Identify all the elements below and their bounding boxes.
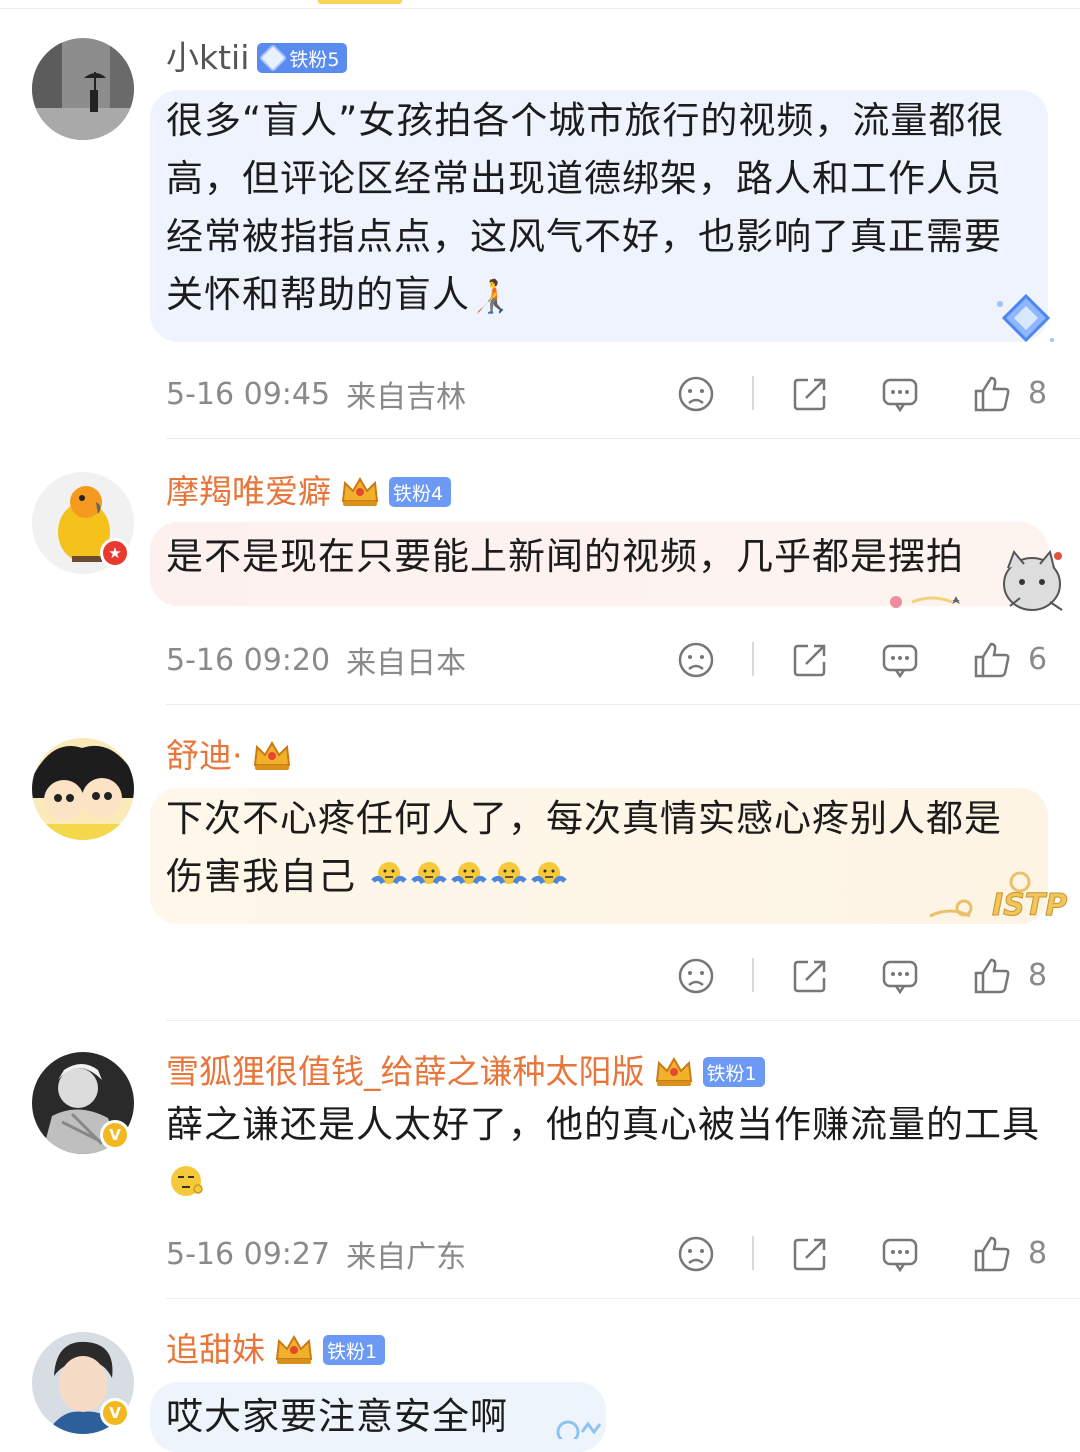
comment-icon[interactable] [880,1234,920,1274]
avatar[interactable] [32,38,134,140]
sad-face-icon[interactable] [676,956,716,996]
shrug-emoji-icon [450,857,487,893]
comment-divider [166,438,1080,439]
shrug-emoji-icon [530,857,567,893]
username[interactable]: 舒迪· [166,734,243,778]
fan-badge: 铁粉4 [389,477,452,507]
comment-text: 下次不心疼任何人了，每次真情实感心疼别人都是伤害我自己 [166,797,1002,898]
sad-face-icon[interactable] [676,374,716,414]
action-separator [752,958,754,992]
comment-text: 薛之谦还是人太好了，他的真心被当作赚流量的工具 [166,1096,1056,1212]
sad-face-icon[interactable] [676,1234,716,1274]
comment-divider [166,1298,1080,1299]
pursed-face-emoji-icon [168,1163,204,1199]
action-separator [752,642,754,676]
shrug-emoji-icon [490,857,527,893]
sad-face-icon[interactable] [676,640,716,680]
share-icon[interactable] [790,640,830,680]
comment-icon[interactable] [880,374,920,414]
shrug-emoji-icon [410,857,447,893]
like-count: 8 [1028,376,1048,411]
verified-badge-icon: V [100,1398,130,1428]
share-icon[interactable] [790,956,830,996]
username[interactable]: 摩羯唯爱癖 [166,470,331,514]
crown-icon [251,739,293,773]
top-divider [0,0,1080,9]
thumbs-up-icon[interactable] [972,956,1012,996]
username[interactable]: 追甜妹 [166,1328,265,1372]
comment-divider [166,704,1080,705]
scroll-indicator [318,0,402,4]
comment-icon[interactable] [880,956,920,996]
shrug-emoji-icon [370,857,407,893]
fan-badge: 铁粉5 [257,43,348,73]
like-count: 8 [1028,958,1048,993]
diamond-icon [259,43,288,73]
thumbs-up-icon[interactable] [972,374,1012,414]
comment-time: 5-16 09:20 [166,642,331,678]
thumbs-up-icon[interactable] [972,640,1012,680]
share-icon[interactable] [790,374,830,414]
thumbs-up-icon[interactable] [972,1234,1012,1274]
share-icon[interactable] [790,1234,830,1274]
comment-location: 来自广东 [346,1240,467,1275]
comment-text: 是不是现在只要能上新闻的视频，几乎都是摆拍 [166,535,964,578]
avatar[interactable] [32,738,134,840]
like-count: 8 [1028,1236,1048,1271]
crown-icon [273,1333,315,1367]
comment-divider [166,1020,1080,1021]
comment-icon[interactable] [880,640,920,680]
person-with-cane-emoji: 🧑‍🦯 [470,277,511,315]
like-count: 6 [1028,642,1048,677]
action-separator [752,376,754,410]
crown-icon [653,1055,695,1089]
shrug-emoji-group [356,855,569,898]
comment-text: 很多“盲人”女孩拍各个城市旅行的视频，流量都很高，但评论区经常出现道德绑架，路人… [166,99,1005,316]
action-separator [752,1236,754,1270]
username[interactable]: 小ktii [166,36,249,80]
verified-badge-icon: ★ [100,538,130,568]
username[interactable]: 雪狐狸很值钱_给薛之谦种太阳版 [166,1050,645,1094]
fan-badge: 铁粉1 [702,1057,765,1087]
comment-location: 来自日本 [346,646,467,681]
verified-badge-icon: V [100,1120,130,1150]
fan-badge: 铁粉1 [323,1335,386,1365]
comment-time: 5-16 09:45 [166,376,331,412]
comment-location: 来自吉林 [346,380,467,415]
comment-time: 5-16 09:27 [166,1236,331,1272]
crown-icon [339,475,381,509]
comment-text: 哎大家要注意安全啊 [166,1395,508,1438]
